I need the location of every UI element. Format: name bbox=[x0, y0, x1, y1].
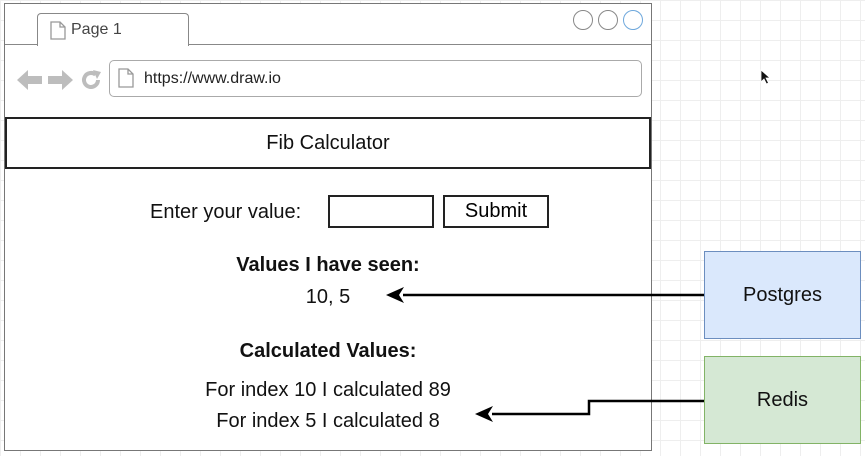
cursor-icon bbox=[760, 69, 772, 85]
postgres-arrowhead bbox=[386, 287, 404, 303]
redis-arrow bbox=[492, 399, 704, 416]
connector-arrows bbox=[386, 287, 704, 422]
redis-arrowhead bbox=[475, 406, 493, 422]
